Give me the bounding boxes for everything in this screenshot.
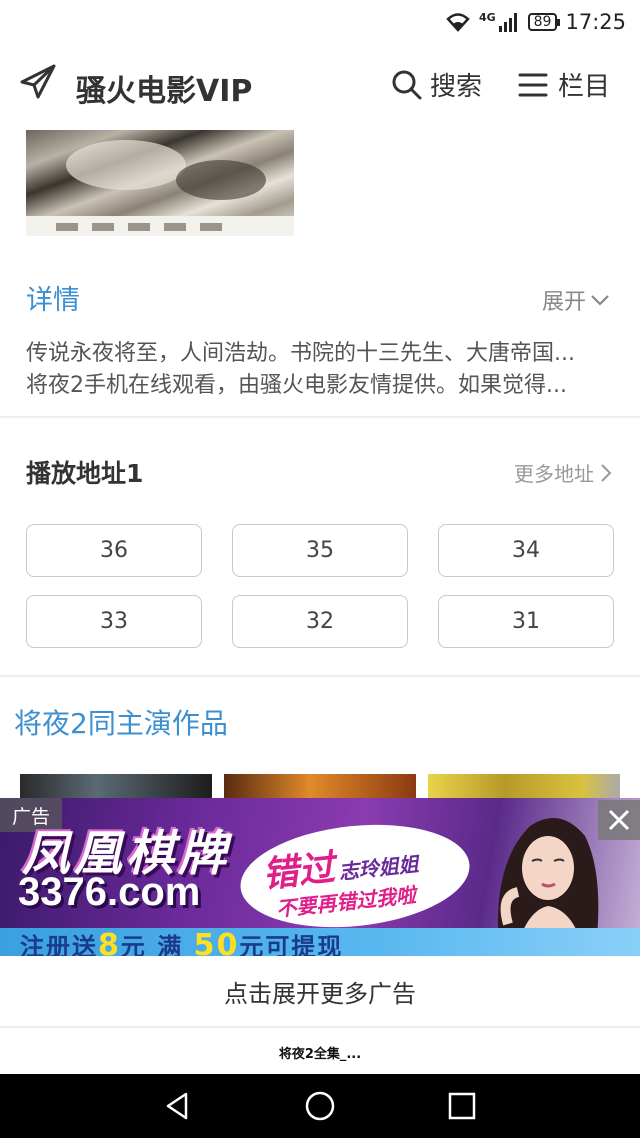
menu-label: 栏目 <box>558 72 611 102</box>
related-works-title: 将夜2同主演作品 <box>14 707 228 740</box>
poster-art-shadow <box>176 160 266 200</box>
wifi-icon <box>446 13 470 32</box>
ad-promo-text-post: 元可提现 <box>239 933 344 956</box>
battery-indicator: 89 <box>527 13 561 31</box>
search-label: 搜索 <box>430 72 483 102</box>
details-description: 传说永夜将至，人间浩劫。书院的十三先生、大唐帝国... 将夜2手机在线观看，由骚… <box>26 338 616 402</box>
episode-button[interactable]: 36 <box>26 524 202 577</box>
episode-button[interactable]: 32 <box>232 595 408 648</box>
chevron-right-icon <box>601 463 612 482</box>
ad-promo-number-1: 8 <box>98 928 121 956</box>
page-footer-title: 将夜2全集_... <box>0 1030 640 1074</box>
episode-grid: 36 35 34 33 32 31 <box>26 524 614 648</box>
search-icon <box>392 70 422 99</box>
details-header: 详情 展开 <box>0 270 640 322</box>
ad-promo-text: 注册送8元 满 50元可提现 <box>20 927 343 956</box>
ad-domain: 3376.com <box>18 870 201 914</box>
more-sources-label: 更多地址 <box>514 462 594 486</box>
status-time: 17:25 <box>565 10 626 34</box>
movie-poster[interactable] <box>26 130 294 236</box>
ad-promo-number-2: 50 <box>193 928 240 956</box>
android-nav-bar <box>0 1074 640 1138</box>
description-line-1: 传说永夜将至，人间浩劫。书院的十三先生、大唐帝国... <box>26 341 575 366</box>
play-source-title: 播放地址1 <box>26 459 144 488</box>
search-button[interactable]: 搜索 <box>392 66 482 103</box>
menu-icon <box>518 73 548 96</box>
send-icon[interactable] <box>18 62 58 102</box>
ad-close-button[interactable] <box>598 800 640 840</box>
menu-button[interactable]: 栏目 <box>518 66 610 103</box>
divider <box>0 675 640 677</box>
status-bar: 4G 89 17:25 <box>0 0 640 44</box>
more-sources-link[interactable]: 更多地址 <box>514 458 612 487</box>
network-type-label: 4G <box>478 10 496 24</box>
back-icon[interactable] <box>160 1088 196 1124</box>
close-icon <box>608 809 630 831</box>
status-indicators: 4G 89 17:25 <box>445 8 626 36</box>
poster-art <box>66 140 186 190</box>
expand-button[interactable]: 展开 <box>542 284 610 316</box>
recent-apps-icon[interactable] <box>444 1088 480 1124</box>
site-title[interactable]: 骚火电影VIP <box>76 66 252 110</box>
poster-sponsor-logos <box>56 223 222 231</box>
site-header: 骚火电影VIP 搜索 栏目 <box>0 44 640 128</box>
episode-button[interactable]: 34 <box>438 524 614 577</box>
episode-button[interactable]: 33 <box>26 595 202 648</box>
expand-label: 展开 <box>541 290 586 315</box>
divider <box>0 416 640 418</box>
chevron-down-icon <box>591 295 609 306</box>
episode-button[interactable]: 31 <box>438 595 614 648</box>
description-line-2: 将夜2手机在线观看，由骚火电影友情提供。如果觉得... <box>26 373 567 398</box>
details-title: 详情 <box>26 285 80 316</box>
ad-banner[interactable]: 广告 凤凰棋牌 3376.com 错过 志玲姐姐 不要再错过我啦 注册送8元 满… <box>0 798 640 956</box>
home-icon[interactable] <box>302 1088 338 1124</box>
episode-button[interactable]: 35 <box>232 524 408 577</box>
signal-icon <box>498 13 517 32</box>
expand-more-ads-button[interactable]: 点击展开更多广告 <box>0 956 640 1028</box>
ad-promo-text-mid: 元 满 <box>120 933 184 956</box>
ad-promo-text-pre: 注册送 <box>20 933 98 956</box>
